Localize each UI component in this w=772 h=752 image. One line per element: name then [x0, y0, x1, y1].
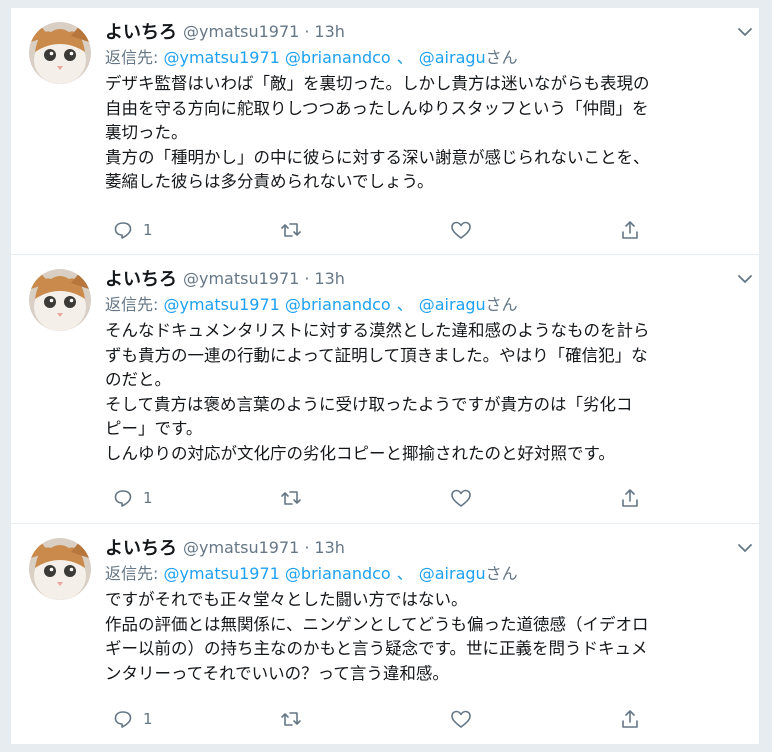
tweet-text-line: ピー」です。 [105, 419, 203, 438]
separator-dot: · [304, 537, 310, 557]
like-button[interactable] [450, 483, 472, 513]
tweet[interactable]: よいちろ @ymatsu1971 · 13h 返信先: @ymatsu1971 … [11, 255, 759, 524]
share-button[interactable] [620, 483, 640, 513]
user-handle[interactable]: @ymatsu1971 [183, 538, 299, 557]
user-handle[interactable]: @ymatsu1971 [183, 22, 299, 41]
heart-icon [450, 709, 472, 729]
tweet-text-line: デザキ監督はいわば「敵」を裏切った。しかし貴方は迷いながらも表現の [105, 74, 650, 93]
tweet-header: よいちろ @ymatsu1971 · 13h [105, 265, 745, 291]
separator-dot: · [304, 268, 310, 288]
reply-button[interactable]: 1 [113, 215, 153, 245]
tweet-text-line: ギー以前の）の持ち主なのかもと言う疑念です。世に正義を問うドキュメ [105, 639, 648, 658]
reply-to: 返信先: @ymatsu1971 @brianandco 、 @airaguさん [105, 560, 745, 588]
share-icon [620, 220, 640, 240]
avatar[interactable] [29, 269, 91, 331]
share-icon [620, 488, 640, 508]
reply-count: 1 [143, 221, 153, 239]
tweet-text: デザキ監督はいわば「敵」を裏切った。しかし貴方は迷いながらも表現の 自由を守る方… [105, 72, 745, 195]
reply-user-link[interactable]: @airagu [419, 295, 486, 314]
tweet-text-line: 貴方の「種明かし」の中に彼らに対する深い謝意が感じられないことを、 [105, 147, 650, 167]
reply-user-link[interactable]: @ymatsu1971 [163, 295, 279, 314]
reply-suffix: さん [485, 48, 518, 67]
retweet-button[interactable] [280, 704, 302, 734]
retweet-icon [280, 488, 302, 508]
reply-separator: 、 [396, 564, 413, 583]
heart-icon [450, 220, 472, 240]
retweet-icon [280, 709, 302, 729]
tweet-text-line: のだと。 [105, 370, 171, 389]
timestamp[interactable]: 13h [314, 22, 345, 41]
retweet-icon [280, 220, 302, 240]
chevron-down-icon[interactable] [735, 269, 755, 289]
tweet-text-line: そして貴方は褒め言葉のように受け取ったようですが貴方のは「劣化コ [105, 394, 633, 414]
reply-to: 返信先: @ymatsu1971 @brianandco 、 @airaguさん [105, 291, 745, 319]
tweet[interactable]: よいちろ @ymatsu1971 · 13h 返信先: @ymatsu1971 … [11, 524, 759, 745]
reply-user-link[interactable]: @airagu [419, 564, 486, 583]
tweet-text-line: 作品の評価とは無関係に、ニンゲンとしてどうも偏った道徳感（イデオロ [105, 614, 649, 634]
reply-to-label: 返信先: [105, 564, 164, 583]
timestamp[interactable]: 13h [314, 269, 345, 288]
tweet-text: そんなドキュメンタリストに対する漠然とした違和感のようなものを計ら ずも貴方の一… [105, 319, 745, 466]
tweet[interactable]: よいちろ @ymatsu1971 · 13h 返信先: @ymatsu1971 … [11, 8, 759, 255]
user-handle[interactable]: @ymatsu1971 [183, 269, 299, 288]
tweet-text-line: ずも貴方の一連の行動によって証明して頂きました。やはり「確信犯」な [105, 345, 648, 365]
share-icon [620, 709, 640, 729]
reply-button[interactable]: 1 [113, 483, 153, 513]
tweet-actions: 1 [105, 483, 745, 513]
reply-count: 1 [143, 710, 153, 728]
tweet-text-line: 萎縮した彼らは多分責められないでしょう。 [105, 172, 434, 191]
retweet-button[interactable] [280, 483, 302, 513]
tweet-text-line: 裏切った。 [105, 123, 188, 142]
reply-user-link[interactable]: @brianandco [285, 564, 391, 583]
reply-user-link[interactable]: @ymatsu1971 [163, 564, 279, 583]
reply-user-link[interactable]: @brianandco [285, 48, 391, 67]
reply-suffix: さん [485, 564, 518, 583]
chevron-down-icon[interactable] [735, 22, 755, 42]
like-button[interactable] [450, 215, 472, 245]
reply-button[interactable]: 1 [113, 704, 153, 734]
tweet-actions: 1 [105, 215, 745, 245]
reply-icon [113, 709, 133, 729]
tweet-text-line: しんゆりの対応が文化庁の劣化コピーと揶揄されたのと好対照です。 [105, 443, 615, 463]
tweet-text-line: 自由を守る方向に舵取りしつつあったしんゆりスタッフという「仲間」を [105, 98, 649, 118]
tweet-header: よいちろ @ymatsu1971 · 13h [105, 534, 745, 560]
retweet-button[interactable] [280, 215, 302, 245]
display-name[interactable]: よいちろ [105, 534, 177, 560]
tweet-text: ですがそれでも正々堂々とした闘い方ではない。 作品の評価とは無関係に、ニンゲンと… [105, 588, 745, 686]
reply-to-label: 返信先: [105, 48, 164, 67]
reply-icon [113, 220, 133, 240]
avatar[interactable] [29, 538, 91, 600]
tweet-actions: 1 [105, 704, 745, 734]
reply-separator: 、 [396, 48, 413, 67]
tweet-header: よいちろ @ymatsu1971 · 13h [105, 18, 745, 44]
share-button[interactable] [620, 704, 640, 734]
separator-dot: · [304, 21, 310, 41]
tweet-text-line: ですがそれでも正々堂々とした闘い方ではない。 [105, 590, 468, 609]
tweet-text-line: ンタリーってそれでいいの？って言う違和感。 [105, 663, 449, 683]
tweet-feed: よいちろ @ymatsu1971 · 13h 返信先: @ymatsu1971 … [10, 8, 760, 745]
reply-user-link[interactable]: @airagu [419, 48, 486, 67]
display-name[interactable]: よいちろ [105, 265, 177, 291]
reply-icon [113, 488, 133, 508]
reply-to-label: 返信先: [105, 295, 164, 314]
reply-user-link[interactable]: @brianandco [285, 295, 391, 314]
reply-suffix: さん [485, 295, 518, 314]
avatar[interactable] [29, 22, 91, 84]
timestamp[interactable]: 13h [314, 538, 345, 557]
reply-user-link[interactable]: @ymatsu1971 [163, 48, 279, 67]
tweet-text-line: そんなドキュメンタリストに対する漠然とした違和感のようなものを計ら [105, 321, 650, 340]
reply-separator: 、 [396, 295, 413, 314]
reply-to: 返信先: @ymatsu1971 @brianandco 、 @airaguさん [105, 44, 745, 72]
share-button[interactable] [620, 215, 640, 245]
chevron-down-icon[interactable] [735, 538, 755, 558]
like-button[interactable] [450, 704, 472, 734]
heart-icon [450, 488, 472, 508]
display-name[interactable]: よいちろ [105, 18, 177, 44]
reply-count: 1 [143, 489, 153, 507]
